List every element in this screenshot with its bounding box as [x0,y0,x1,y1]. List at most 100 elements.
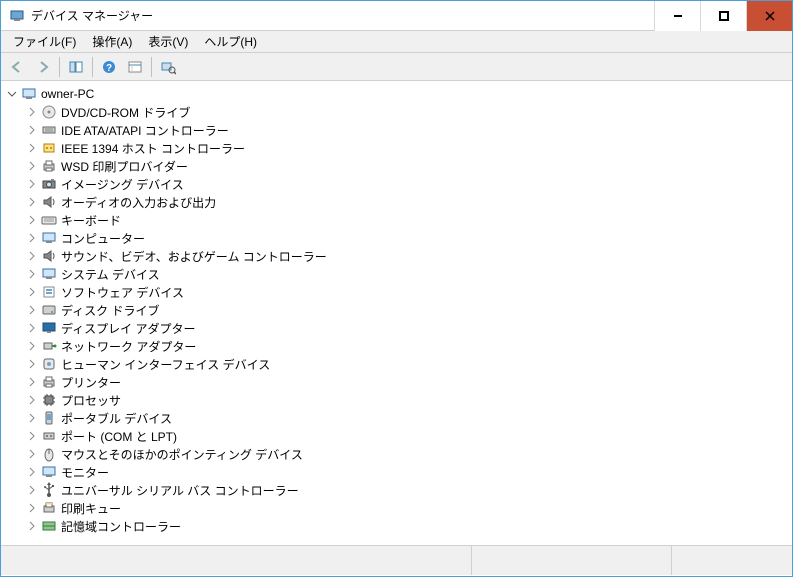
toolbar-separator [59,57,60,77]
expander-closed-icon[interactable] [25,375,39,389]
expander-closed-icon[interactable] [25,393,39,407]
tree-category-label: 印刷キュー [61,500,121,517]
expander-open-icon[interactable] [5,87,19,101]
expander-closed-icon[interactable] [25,303,39,317]
computer-icon [41,266,57,282]
firewire-icon [41,140,57,156]
menu-file[interactable]: ファイル(F) [5,31,84,52]
tree-category[interactable]: ディスプレイ アダプター [3,319,790,337]
tree-category[interactable]: 印刷キュー [3,499,790,517]
mouse-icon [41,446,57,462]
tree-category[interactable]: マウスとそのほかのポインティング デバイス [3,445,790,463]
tree-category-label: ポート (COM と LPT) [61,428,177,445]
tree-category[interactable]: プリンター [3,373,790,391]
show-hide-tree-button[interactable] [64,55,88,79]
menubar: ファイル(F) 操作(A) 表示(V) ヘルプ(H) [1,31,792,53]
tree-category[interactable]: ヒューマン インターフェイス デバイス [3,355,790,373]
tree-category-label: ディスプレイ アダプター [61,320,196,337]
tree-category[interactable]: WSD 印刷プロバイダー [3,157,790,175]
expander-closed-icon[interactable] [25,231,39,245]
tree-category[interactable]: IEEE 1394 ホスト コントローラー [3,139,790,157]
expander-closed-icon[interactable] [25,483,39,497]
disk-icon [41,302,57,318]
tree-category[interactable]: ポータブル デバイス [3,409,790,427]
back-button[interactable] [5,55,29,79]
expander-closed-icon[interactable] [25,519,39,533]
expander-closed-icon[interactable] [25,159,39,173]
status-cell-right [672,546,792,575]
expander-closed-icon[interactable] [25,123,39,137]
expander-closed-icon[interactable] [25,141,39,155]
portable-icon [41,410,57,426]
expander-closed-icon[interactable] [25,429,39,443]
expander-closed-icon[interactable] [25,357,39,371]
monitor-icon [41,464,57,480]
expander-closed-icon[interactable] [25,267,39,281]
network-icon [41,338,57,354]
expander-closed-icon[interactable] [25,285,39,299]
tree-root-label: owner-PC [41,87,94,101]
tree-category[interactable]: モニター [3,463,790,481]
tree-category-label: サウンド、ビデオ、およびゲーム コントローラー [61,248,327,265]
scan-hardware-button[interactable] [156,55,180,79]
tree-category-label: 記憶域コントローラー [61,518,181,535]
expander-closed-icon[interactable] [25,177,39,191]
tree-category-label: コンピューター [61,230,145,247]
optical-icon [41,104,57,120]
audio-icon [41,194,57,210]
menu-view[interactable]: 表示(V) [140,31,196,52]
tree-category-label: システム デバイス [61,266,160,283]
tree-category[interactable]: IDE ATA/ATAPI コントローラー [3,121,790,139]
expander-closed-icon[interactable] [25,321,39,335]
device-tree[interactable]: owner-PC DVD/CD-ROM ドライブIDE ATA/ATAPI コン… [1,81,792,545]
tree-category[interactable]: イメージング デバイス [3,175,790,193]
tree-category[interactable]: ユニバーサル シリアル バス コントローラー [3,481,790,499]
tree-category-label: ネットワーク アダプター [61,338,196,355]
expander-closed-icon[interactable] [25,213,39,227]
storage-icon [41,518,57,534]
tree-category[interactable]: キーボード [3,211,790,229]
tree-category[interactable]: 記憶域コントローラー [3,517,790,535]
port-icon [41,428,57,444]
audio-icon [41,248,57,264]
expander-closed-icon[interactable] [25,501,39,515]
expander-closed-icon[interactable] [25,339,39,353]
tree-category[interactable]: サウンド、ビデオ、およびゲーム コントローラー [3,247,790,265]
tree-root[interactable]: owner-PC [3,85,790,103]
properties-button[interactable] [123,55,147,79]
expander-closed-icon[interactable] [25,411,39,425]
titlebar: デバイス マネージャー [1,1,792,31]
tree-category[interactable]: ディスク ドライブ [3,301,790,319]
display-icon [41,320,57,336]
tree-category-label: マウスとそのほかのポインティング デバイス [61,446,303,463]
tree-category[interactable]: ソフトウェア デバイス [3,283,790,301]
forward-button[interactable] [31,55,55,79]
expander-closed-icon[interactable] [25,465,39,479]
help-button[interactable]: ? [97,55,121,79]
expander-closed-icon[interactable] [25,195,39,209]
maximize-button[interactable] [700,1,746,31]
printer-icon [41,374,57,390]
tree-category[interactable]: オーディオの入力および出力 [3,193,790,211]
statusbar [1,545,792,575]
tree-category[interactable]: システム デバイス [3,265,790,283]
tree-category[interactable]: ネットワーク アダプター [3,337,790,355]
printer-icon [41,158,57,174]
close-button[interactable] [746,1,792,31]
expander-closed-icon[interactable] [25,249,39,263]
expander-closed-icon[interactable] [25,105,39,119]
minimize-button[interactable] [654,1,700,31]
ide-icon [41,122,57,138]
tree-category[interactable]: コンピューター [3,229,790,247]
tree-category[interactable]: ポート (COM と LPT) [3,427,790,445]
tree-category[interactable]: DVD/CD-ROM ドライブ [3,103,790,121]
menu-help[interactable]: ヘルプ(H) [196,31,265,52]
tree-category-label: プロセッサ [61,392,121,409]
tree-category-label: オーディオの入力および出力 [61,194,216,211]
tree-category-label: IDE ATA/ATAPI コントローラー [61,122,229,139]
menu-action[interactable]: 操作(A) [84,31,140,52]
expander-closed-icon[interactable] [25,447,39,461]
toolbar: ? [1,53,792,81]
tree-category-label: ソフトウェア デバイス [61,284,184,301]
tree-category[interactable]: プロセッサ [3,391,790,409]
